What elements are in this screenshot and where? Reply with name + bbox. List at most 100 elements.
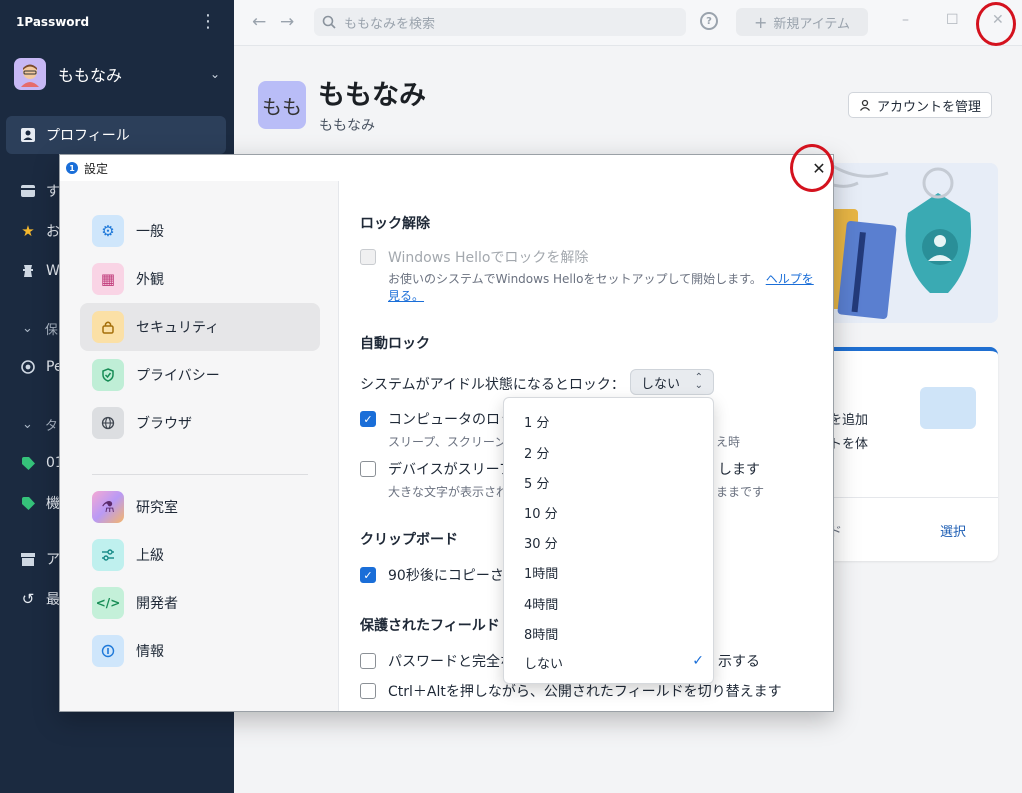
section-heading-clipboard: クリップボード	[360, 532, 458, 548]
manage-account-label: アカウントを管理	[877, 99, 982, 115]
clear-clipboard-checkbox[interactable]: ✓	[360, 567, 376, 583]
help-link[interactable]: ヘルプを	[766, 272, 814, 286]
category-label: 情報	[136, 644, 164, 660]
all-items-icon	[20, 183, 36, 199]
lock-on-sleep-desc-tail: ままです	[716, 485, 765, 499]
category-security[interactable]: セキュリティ	[80, 303, 320, 351]
shield-icon	[92, 359, 124, 391]
help-link-2[interactable]: 見る。	[388, 289, 424, 303]
maximize-icon[interactable]: ☐	[946, 12, 959, 28]
category-divider	[92, 474, 308, 475]
select-link[interactable]: 選択	[940, 521, 966, 540]
category-label: ブラウザ	[136, 416, 192, 432]
profile-avatar: もも	[258, 81, 306, 129]
lock-on-computer-lock-checkbox[interactable]: ✓	[360, 411, 376, 427]
lock-on-computer-lock-label: コンピュータのロッ	[388, 412, 514, 428]
page-subtitle: ももなみ	[319, 118, 375, 134]
more-options-icon[interactable]: ⋮	[198, 13, 218, 31]
page-title: ももなみ	[318, 80, 426, 111]
dropdown-option[interactable]: 10 分	[524, 503, 704, 522]
dropdown-option[interactable]: 30 分	[524, 533, 704, 552]
search-icon	[322, 15, 336, 29]
category-about[interactable]: 情報	[80, 627, 320, 675]
onepassword-logo-icon: 1	[66, 162, 78, 174]
person-avatar-icon	[21, 64, 39, 87]
dropdown-option[interactable]: 1 分	[524, 412, 704, 431]
archive-icon	[20, 551, 36, 567]
option-label: 1時間	[524, 567, 559, 582]
manage-account-button[interactable]: アカウントを管理	[848, 92, 993, 118]
windows-hello-checkbox[interactable]	[360, 249, 376, 265]
option-label: 2 分	[524, 447, 550, 462]
lock-on-computer-lock-desc: スリープ、スクリーン	[388, 435, 507, 449]
wallet-icon	[920, 387, 976, 429]
sidebar-item-label: プロフィール	[46, 128, 130, 144]
idle-lock-dropdown: 1 分 2 分 5 分 10 分 30 分 1時間 4時間 8時間 しない ✓	[503, 397, 714, 684]
new-item-button[interactable]: + 新規アイテム	[736, 8, 868, 36]
idle-lock-select[interactable]: しない ⌃ ⌄	[630, 369, 714, 395]
category-appearance[interactable]: ▦ 外観	[80, 255, 320, 303]
app-name: 1Password	[16, 15, 90, 29]
category-label: 開発者	[136, 596, 178, 612]
person-icon	[859, 99, 871, 111]
sidebar-item-label: 最	[46, 592, 60, 608]
category-labs[interactable]: ⚗ 研究室	[80, 483, 320, 531]
show-passwords-label: パスワードと完全な	[388, 654, 514, 670]
sidebar-item-label: ア	[46, 552, 60, 568]
category-browser[interactable]: ブラウザ	[80, 399, 320, 447]
section-heading-protected-fields: 保護されたフィールド	[360, 618, 500, 634]
plus-icon: +	[753, 12, 768, 32]
sidebar-header: 1Password ⋮	[0, 0, 234, 44]
sidebar-item-label: W	[46, 263, 60, 279]
dropdown-option[interactable]: 2 分	[524, 443, 704, 462]
palette-icon: ▦	[92, 263, 124, 295]
dropdown-option[interactable]: 5 分	[524, 473, 704, 492]
minimize-icon[interactable]: –	[902, 12, 909, 28]
dropdown-option[interactable]: 1時間	[524, 563, 704, 582]
sidebar-section-vaults[interactable]: ⌄ 保	[22, 319, 58, 338]
sidebar-item-label: 機	[46, 496, 60, 512]
search-box[interactable]: ももなみを検索	[314, 8, 686, 36]
sidebar-section-tags[interactable]: ⌄ タ	[22, 415, 58, 434]
show-passwords-label-tail: 示する	[718, 654, 760, 670]
checkmark-icon: ✓	[692, 653, 704, 669]
option-label: 5 分	[524, 477, 550, 492]
profile-icon	[20, 127, 36, 143]
settings-categories: ⚙ 一般 ▦ 外観 セキュリティ プライバシー ブラウザ ⚗ 研究室 上級 </…	[60, 181, 339, 711]
tag-icon	[20, 455, 36, 471]
show-passwords-checkbox[interactable]	[360, 653, 376, 669]
forward-arrow-icon[interactable]: →	[280, 12, 294, 32]
search-input[interactable]: ももなみを検索	[344, 13, 435, 32]
category-developer[interactable]: </> 開発者	[80, 579, 320, 627]
dropdown-option-selected[interactable]: しない ✓	[524, 653, 704, 672]
help-icon[interactable]: ?	[700, 12, 718, 30]
ctrl-alt-reveal-checkbox[interactable]	[360, 683, 376, 699]
option-label: 30 分	[524, 537, 558, 552]
dropdown-option[interactable]: 4時間	[524, 594, 704, 613]
sidebar-item-profile[interactable]: プロフィール	[6, 116, 226, 154]
sidebar-item-label: す	[46, 184, 60, 200]
windows-hello-label: Windows Helloでロックを解除	[388, 250, 589, 266]
gear-icon: ⚙	[92, 215, 124, 247]
back-arrow-icon[interactable]: ←	[252, 12, 266, 32]
watchtower-icon	[20, 263, 36, 279]
lock-on-sleep-checkbox[interactable]	[360, 461, 376, 477]
new-item-label: 新規アイテム	[773, 16, 851, 32]
code-icon: </>	[92, 587, 124, 619]
idle-lock-value: しない	[641, 376, 681, 392]
category-label: 一般	[136, 224, 164, 240]
flask-icon: ⚗	[92, 491, 124, 523]
select-arrows-icon: ⌃ ⌄	[694, 372, 703, 391]
star-icon: ★	[21, 222, 35, 240]
dropdown-option[interactable]: 8時間	[524, 624, 704, 643]
category-privacy[interactable]: プライバシー	[80, 351, 320, 399]
category-label: 上級	[136, 548, 164, 564]
account-switcher[interactable]: ももなみ ⌄	[0, 44, 234, 104]
chevron-down-icon: ⌄	[209, 67, 220, 81]
help-link-continued: 見る。	[388, 287, 424, 304]
lock-on-sleep-label: デバイスがスリーフ	[388, 462, 513, 478]
option-label: しない	[524, 657, 564, 672]
dialog-titlebar: 1 設定	[60, 155, 833, 181]
category-general[interactable]: ⚙ 一般	[80, 207, 320, 255]
category-advanced[interactable]: 上級	[80, 531, 320, 579]
